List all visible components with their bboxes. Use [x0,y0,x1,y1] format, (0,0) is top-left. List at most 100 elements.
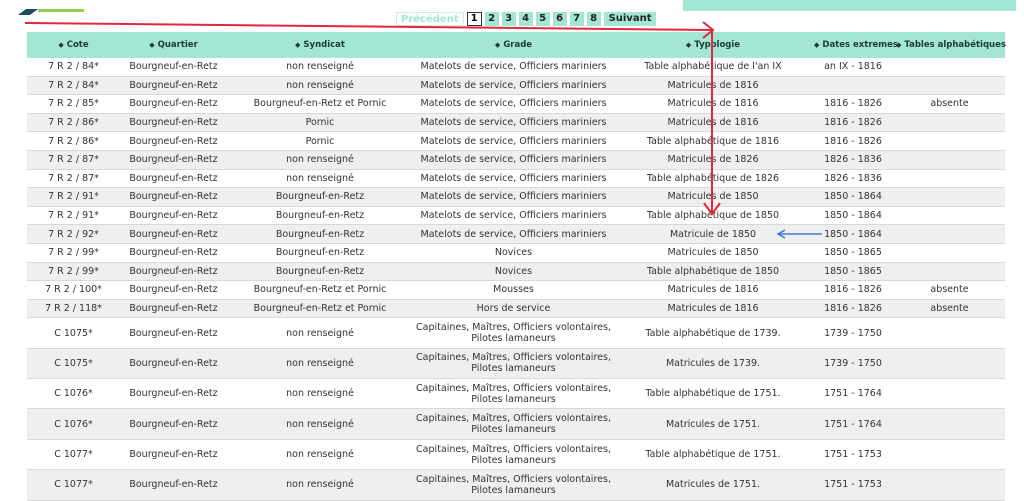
cell-grade: Matelots de service, Officiers mariniers [413,169,614,189]
column-header-cote[interactable]: ◆ Cote [27,32,120,58]
cell-typologie: Matricule de 1850 [614,224,812,244]
cell-typologie: Matricules de 1816 [614,280,812,300]
cell-quartier: Bourgneuf-en-Retz [120,439,227,471]
pagination-page-3[interactable]: 3 [501,12,516,26]
cell-dates-extremes [812,76,894,96]
cell-grade: Capitaines, Maîtres, Officiers volontair… [413,469,614,501]
table-row[interactable]: 7 R 2 / 99* Bourgneuf-en-Retz Bourgneuf-en… [27,243,1005,263]
cell-dates-extremes: an IX - 1816 [812,58,894,77]
cell-grade: Matelots de service, Officiers mariniers [413,113,614,133]
table-row[interactable]: 7 R 2 / 118* Bourgneuf-en-Retz Bourgneuf-e… [27,299,1005,319]
pagination: Précédent 1 2 3 4 5 6 7 8 Suivant [396,11,659,27]
column-header-typologie[interactable]: ◆ Typologie [614,32,812,58]
cell-quartier: Bourgneuf-en-Retz [120,280,227,300]
cell-cote: 7 R 2 / 92* [27,224,120,244]
site-logo[interactable] [18,0,88,15]
cell-dates-extremes: 1816 - 1826 [812,113,894,133]
pagination-next-button[interactable]: Suivant [603,12,657,26]
table-row[interactable]: C 1077* Bourgneuf-en-Retz non renseigné Cap… [27,439,1005,471]
cell-grade: Capitaines, Maîtres, Officiers volontair… [413,439,614,471]
table-row[interactable]: 7 R 2 / 99* Bourgneuf-en-Retz Bourgneuf-en… [27,262,1005,282]
cell-cote: 7 R 2 / 99* [27,262,120,282]
cell-dates-extremes: 1816 - 1826 [812,131,894,151]
column-header-syndicat[interactable]: ◆ Syndicat [227,32,413,58]
pagination-page-8[interactable]: 8 [586,12,601,26]
cell-syndicat: non renseigné [227,150,413,170]
cell-cote: 7 R 2 / 87* [27,150,120,170]
cell-cote: C 1075* [27,348,120,380]
table-row[interactable]: 7 R 2 / 84* Bourgneuf-en-Retz non renseign… [27,76,1005,96]
table-row[interactable]: C 1076* Bourgneuf-en-Retz non renseigné Cap… [27,378,1005,410]
cell-dates-extremes: 1751 - 1764 [812,408,894,440]
cell-cote: C 1076* [27,408,120,440]
cell-typologie: Table alphabétique de 1826 [614,169,812,189]
cell-tables-alphabetiques [894,469,1005,501]
table-row[interactable]: 7 R 2 / 91* Bourgneuf-en-Retz Bourgneuf-en… [27,206,1005,226]
cell-typologie: Matricules de 1816 [614,299,812,319]
cell-tables-alphabetiques [894,348,1005,380]
cell-typologie: Matricules de 1850 [614,187,812,207]
pagination-page-7[interactable]: 7 [569,12,584,26]
cell-tables-alphabetiques [894,150,1005,170]
pagination-page-5[interactable]: 5 [535,12,550,26]
table-row[interactable]: 7 R 2 / 86* Bourgneuf-en-Retz Pornic Matelo… [27,131,1005,151]
table-row[interactable]: 7 R 2 / 85* Bourgneuf-en-Retz Bourgneuf-en… [27,94,1005,114]
cell-quartier: Bourgneuf-en-Retz [120,348,227,380]
cell-syndicat: non renseigné [227,469,413,501]
cell-quartier: Bourgneuf-en-Retz [120,262,227,282]
table-row[interactable]: 7 R 2 / 92* Bourgneuf-en-Retz Bourgneuf-en… [27,224,1005,244]
column-header-tables-alphabetiques[interactable]: ◆ Tables alphabétiques [894,32,1006,58]
cell-typologie: Matricules de 1739. [614,348,812,380]
cell-cote: 7 R 2 / 100* [27,280,120,300]
sort-icon: ◆ [896,41,902,49]
cell-quartier: Bourgneuf-en-Retz [120,131,227,151]
top-info-panel [683,0,1016,11]
table-row[interactable]: 7 R 2 / 100* Bourgneuf-en-Retz Bourgneuf-e… [27,280,1005,300]
cell-typologie: Table alphabétique de 1751. [614,439,812,471]
pagination-page-6[interactable]: 6 [552,12,567,26]
cell-dates-extremes: 1751 - 1764 [812,378,894,410]
cell-quartier: Bourgneuf-en-Retz [120,469,227,501]
table-row[interactable]: 7 R 2 / 91* Bourgneuf-en-Retz Bourgneuf-en… [27,187,1005,207]
cell-syndicat: non renseigné [227,76,413,96]
table-row[interactable]: C 1076* Bourgneuf-en-Retz non renseigné Cap… [27,408,1005,440]
cell-dates-extremes: 1751 - 1753 [812,469,894,501]
pagination-page-4[interactable]: 4 [518,12,533,26]
cell-dates-extremes: 1751 - 1753 [812,439,894,471]
column-header-quartier[interactable]: ◆ Quartier [120,32,227,58]
table-row[interactable]: C 1077* Bourgneuf-en-Retz non renseigné Cap… [27,469,1005,501]
cell-grade: Matelots de service, Officiers mariniers [413,58,614,77]
cell-grade: Capitaines, Maîtres, Officiers volontair… [413,317,614,349]
pagination-page-1[interactable]: 1 [466,12,482,26]
cell-syndicat: Bourgneuf-en-Retz [227,243,413,263]
table-row[interactable]: 7 R 2 / 87* Bourgneuf-en-Retz non renseign… [27,150,1005,170]
sort-icon: ◆ [295,41,301,49]
cell-typologie: Table alphabétique de 1850 [614,206,812,226]
pagination-prev-button[interactable]: Précédent [396,12,464,26]
cell-grade: Matelots de service, Officiers mariniers [413,206,614,226]
column-header-grade[interactable]: ◆ Grade [413,32,614,58]
column-header-dates-extremes[interactable]: ◆ Dates extremes [812,32,898,58]
cell-tables-alphabetiques: absente [894,299,1005,319]
table-row[interactable]: 7 R 2 / 86* Bourgneuf-en-Retz Pornic Matelo… [27,113,1005,133]
sort-icon: ◆ [494,41,501,49]
cell-tables-alphabetiques [894,113,1005,133]
cell-tables-alphabetiques [894,206,1005,226]
table-row[interactable]: 7 R 2 / 84* Bourgneuf-en-Retz non renseign… [27,58,1005,77]
cell-cote: 7 R 2 / 84* [27,58,120,77]
records-table: ◆ Cote ◆ Quartier ◆ Syndicat ◆ Grade ◆ Typolo… [27,32,1006,501]
table-row[interactable]: C 1075* Bourgneuf-en-Retz non renseigné Cap… [27,348,1005,380]
cell-tables-alphabetiques [894,187,1005,207]
cell-quartier: Bourgneuf-en-Retz [120,76,227,96]
cell-syndicat: Bourgneuf-en-Retz [227,224,413,244]
cell-tables-alphabetiques [894,58,1005,77]
pagination-page-2[interactable]: 2 [484,12,499,26]
cell-quartier: Bourgneuf-en-Retz [120,187,227,207]
table-row[interactable]: 7 R 2 / 87* Bourgneuf-en-Retz non renseign… [27,169,1005,189]
cell-cote: C 1077* [27,469,120,501]
cell-quartier: Bourgneuf-en-Retz [120,408,227,440]
table-row[interactable]: C 1075* Bourgneuf-en-Retz non renseigné Cap… [27,317,1005,349]
cell-typologie: Table alphabétique de l'an IX [614,58,812,77]
cell-grade: Matelots de service, Officiers mariniers [413,150,614,170]
cell-cote: 7 R 2 / 86* [27,131,120,151]
